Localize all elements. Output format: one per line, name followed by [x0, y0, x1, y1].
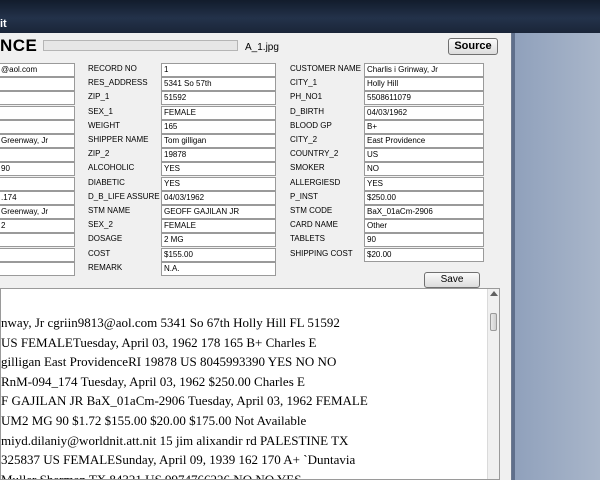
middle-field-input[interactable]: FEMALE [161, 219, 276, 234]
desktop-background [512, 33, 600, 480]
right-field-label: P_INST [290, 191, 319, 201]
left-field-input[interactable]: Greenway, Jr [0, 205, 75, 219]
left-field-input[interactable]: Greenway, Jr [0, 134, 75, 148]
right-field-label: CITY_2 [290, 135, 318, 144]
middle-field-input[interactable]: N.A. [161, 261, 276, 276]
middle-field-label: DIABETIC [88, 177, 125, 187]
middle-field-input[interactable]: YES [161, 176, 276, 191]
middle-field-label: WEIGHT [88, 120, 120, 130]
right-field-input[interactable]: 5508611079 [364, 91, 484, 106]
middle-field-label: REMARK [88, 262, 123, 272]
middle-field-input[interactable]: Tom gilligan [161, 134, 276, 148]
middle-field-label: COST [88, 248, 111, 258]
middle-field-label: RES_ADDRESS [88, 78, 148, 88]
progress-bar [43, 40, 238, 51]
window-titlebar: it [0, 0, 600, 33]
middle-field-input[interactable]: 51592 [161, 91, 276, 106]
ocr-text-line: UM2 MG 90 $1.72 $155.00 $20.00 $175.00 N… [1, 413, 307, 428]
right-field-input[interactable]: East Providence [364, 134, 484, 148]
right-field-input[interactable]: Other [364, 219, 484, 234]
right-field-label: TABLETS [290, 234, 325, 244]
ocr-text-area[interactable]: Muller Sherman TX 84321 US 9974766226 NO… [0, 288, 500, 480]
ocr-text-line: US FEMALETuesday, April 03, 1962 178 165… [1, 334, 317, 350]
ocr-text-line: F GAJILAN JR BaX_01aCm-2906 Tuesday, Apr… [1, 393, 368, 409]
right-field-input[interactable]: 90 [364, 233, 484, 248]
middle-field-input[interactable]: FEMALE [161, 105, 276, 120]
ocr-text-line: nway, Jr cgriin9813@aol.com 5341 So 67th… [1, 315, 340, 330]
save-button[interactable]: Save [424, 272, 480, 288]
right-field-input[interactable]: Charlis i Grinway, Jr [364, 63, 484, 77]
right-field-input[interactable]: US [364, 148, 484, 163]
middle-field-input[interactable]: $155.00 [161, 247, 276, 262]
left-field-input[interactable]: @aol.com [0, 63, 75, 77]
right-field-input[interactable]: YES [364, 176, 484, 191]
right-field-label: SHIPPING COST [290, 248, 353, 258]
left-field-input[interactable]: 90 [0, 162, 75, 177]
left-field-input[interactable] [0, 233, 75, 248]
right-field-label: CITY_1 [290, 78, 318, 88]
left-field-input[interactable] [0, 247, 75, 262]
left-field-input[interactable] [0, 148, 75, 163]
middle-field-input[interactable]: 165 [161, 119, 276, 134]
right-field-input[interactable]: NO [364, 162, 484, 177]
window-border [512, 33, 515, 480]
middle-field-label: STM NAME [88, 206, 131, 215]
right-field-input[interactable]: $20.00 [364, 247, 484, 262]
middle-field-input[interactable]: YES [161, 162, 276, 177]
right-field-label: PH_NO1 [290, 92, 323, 102]
ocr-text-line: miyd.dilaniy@worldnit.att.nit 15 jim ali… [1, 432, 349, 448]
middle-field-input[interactable]: 5341 So 57th [161, 77, 276, 92]
left-field-input[interactable] [0, 119, 75, 134]
left-field-input[interactable]: 2 [0, 219, 75, 234]
middle-field-input[interactable]: 1 [161, 63, 276, 77]
middle-field-input[interactable]: GEOFF GAJILAN JR [161, 205, 276, 219]
right-field-input[interactable]: 04/03/1962 [364, 105, 484, 120]
app-title: NCE [0, 36, 38, 55]
right-field-label: CARD NAME [290, 220, 339, 230]
right-field-input[interactable]: Holly Hill [364, 77, 484, 92]
left-field-input[interactable] [0, 261, 75, 276]
middle-field-label: ZIP_1 [88, 92, 110, 102]
middle-field-label: SEX_1 [88, 106, 113, 116]
middle-field-label: RECORD NO [88, 64, 137, 73]
vertical-scrollbar[interactable] [487, 289, 499, 479]
middle-field-label: SHIPPER NAME [88, 135, 149, 144]
middle-field-input[interactable]: 2 MG [161, 233, 276, 248]
right-field-label: SMOKER [290, 163, 325, 173]
right-field-input[interactable]: $250.00 [364, 190, 484, 205]
scroll-thumb[interactable] [490, 313, 497, 331]
image-filename: A_1.jpg [245, 42, 279, 53]
middle-field-label: D_B_LIFE ASSURE [88, 191, 160, 201]
source-button[interactable]: Source [448, 38, 498, 55]
right-field-label: ALLERGIESD [290, 177, 341, 187]
scroll-up-arrow-icon[interactable] [490, 291, 498, 296]
right-field-input[interactable]: B+ [364, 119, 484, 134]
middle-field-label: DOSAGE [88, 234, 123, 244]
window-title: it [0, 18, 7, 30]
left-field-input[interactable] [0, 176, 75, 191]
right-field-label: COUNTRY_2 [290, 149, 339, 159]
middle-field-input[interactable]: 19878 [161, 148, 276, 163]
middle-field-input[interactable]: 04/03/1962 [161, 190, 276, 205]
app-window: NCE A_1.jpg Source @aol.com Greenway, Jr 9… [0, 33, 512, 480]
middle-field-label: SEX_2 [88, 220, 113, 230]
right-field-label: STM CODE [290, 206, 333, 215]
right-field-input[interactable]: BaX_01aCm-2906 [364, 205, 484, 219]
middle-field-label: ALCOHOLIC [88, 163, 135, 173]
ocr-text-line: RnM-094_174 Tuesday, April 03, 1962 $250… [1, 373, 305, 389]
left-field-input[interactable]: .174 [0, 190, 75, 205]
left-field-input[interactable] [0, 105, 75, 120]
right-field-label: D_BIRTH [290, 106, 325, 116]
middle-field-label: ZIP_2 [88, 149, 110, 159]
left-field-input[interactable] [0, 91, 75, 106]
ocr-text-line: 325837 US FEMALESunday, April 09, 1939 1… [1, 452, 356, 468]
ocr-text-line: gilligan East ProvidenceRI 19878 US 8045… [1, 354, 337, 370]
right-field-label: CUSTOMER NAME [290, 64, 361, 73]
right-field-label: BLOOD GP [290, 120, 332, 130]
ocr-text-line: Muller Sherman TX 84321 US 9974766226 NO… [1, 471, 302, 480]
left-field-input[interactable] [0, 77, 75, 92]
